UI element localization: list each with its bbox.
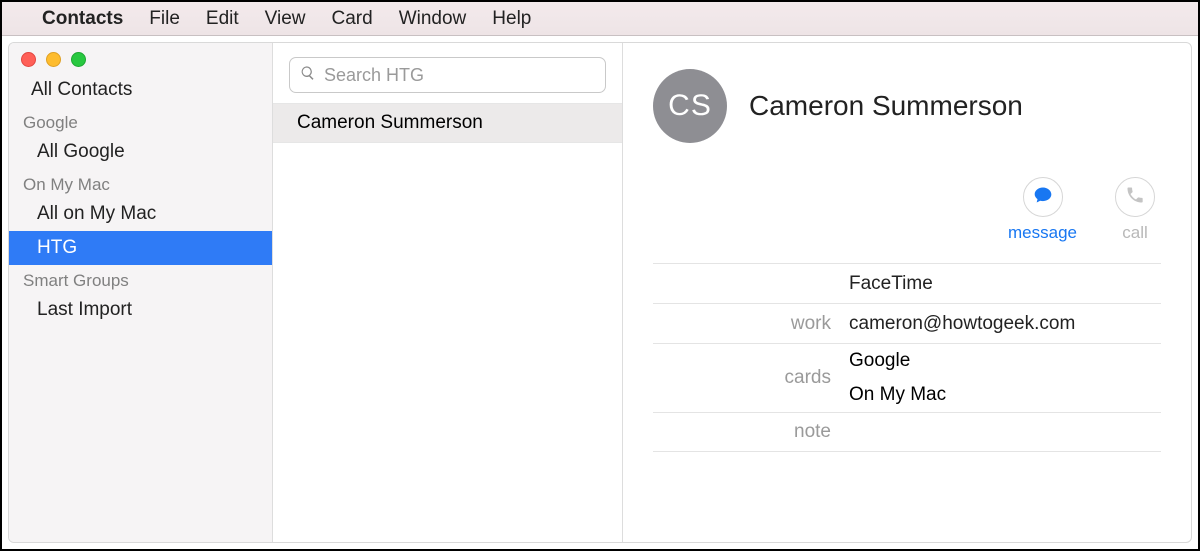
menu-edit[interactable]: Edit [206, 8, 239, 30]
menu-window[interactable]: Window [399, 8, 467, 30]
field-label: work [653, 313, 849, 335]
search-input[interactable] [324, 65, 595, 86]
minimize-button[interactable] [46, 52, 61, 67]
menubar: Contacts File Edit View Card Window Help [2, 2, 1198, 36]
field-value: FaceTime [849, 267, 1161, 301]
field-work-email[interactable]: work cameron@howtogeek.com [653, 303, 1161, 343]
search-icon [300, 65, 316, 86]
list-item[interactable]: Cameron Summerson [273, 103, 622, 143]
sidebar-item-last-import[interactable]: Last Import [9, 293, 272, 327]
zoom-button[interactable] [71, 52, 86, 67]
sidebar: All Contacts Google All Google On My Mac… [9, 43, 273, 542]
menu-help[interactable]: Help [492, 8, 531, 30]
sidebar-item-all-on-my-mac[interactable]: All on My Mac [9, 197, 272, 231]
sidebar-item-all-google[interactable]: All Google [9, 135, 272, 169]
call-button[interactable]: call [1115, 177, 1155, 243]
sidebar-group-google: Google [9, 107, 272, 135]
field-value: Google [849, 344, 1161, 378]
contacts-window: All Contacts Google All Google On My Mac… [8, 42, 1192, 543]
sidebar-group-on-my-mac: On My Mac [9, 169, 272, 197]
avatar[interactable]: CS [653, 69, 727, 143]
sidebar-item-htg[interactable]: HTG [9, 231, 272, 265]
sidebar-item-all-contacts[interactable]: All Contacts [9, 73, 272, 107]
menu-card[interactable]: Card [332, 8, 373, 30]
message-label: message [1008, 223, 1077, 243]
field-value: On My Mac [849, 378, 1161, 412]
call-label: call [1122, 223, 1148, 243]
contact-list-pane: Cameron Summerson [273, 43, 623, 542]
window-controls [9, 43, 272, 73]
close-button[interactable] [21, 52, 36, 67]
menu-file[interactable]: File [149, 8, 180, 30]
field-value [849, 426, 1161, 438]
search-field[interactable] [289, 57, 606, 93]
field-note[interactable]: note [653, 412, 1161, 452]
message-icon [1033, 185, 1053, 210]
contact-detail-pane: CS Cameron Summerson message call FaceTi… [623, 43, 1191, 542]
contact-name: Cameron Summerson [749, 90, 1023, 122]
field-label: note [653, 421, 849, 443]
field-facetime[interactable]: FaceTime [653, 263, 1161, 303]
field-value: cameron@howtogeek.com [849, 307, 1161, 341]
field-label: cards [653, 367, 849, 389]
menu-view[interactable]: View [265, 8, 306, 30]
message-button[interactable]: message [1008, 177, 1077, 243]
sidebar-group-smart-groups: Smart Groups [9, 265, 272, 293]
phone-icon [1125, 185, 1145, 210]
field-cards: cards Google On My Mac [653, 343, 1161, 412]
app-menu[interactable]: Contacts [42, 8, 123, 30]
